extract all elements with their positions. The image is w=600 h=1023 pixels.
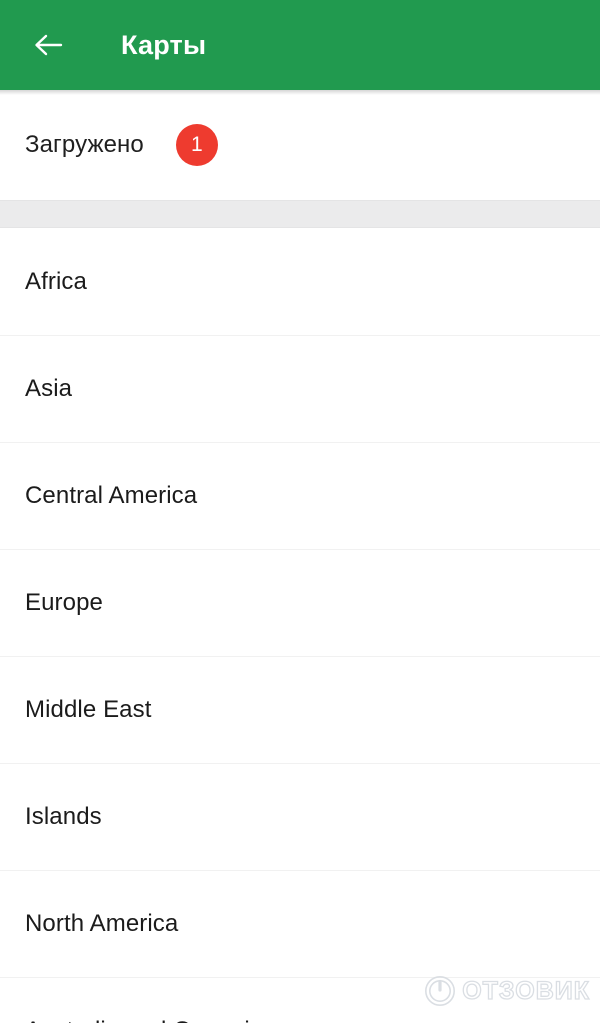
arrow-left-icon: [35, 34, 63, 56]
maps-screen: Карты Загружено 1 Africa Asia Central Am…: [0, 0, 600, 1023]
list-item[interactable]: Europe: [0, 549, 600, 656]
list-item[interactable]: Central America: [0, 442, 600, 549]
list-item[interactable]: Asia: [0, 335, 600, 442]
region-label: Africa: [25, 267, 87, 295]
region-label: Europe: [25, 589, 103, 616]
list-item[interactable]: Middle East: [0, 656, 600, 763]
app-bar: Карты: [0, 0, 600, 95]
region-label: Middle East: [25, 696, 152, 723]
region-label: Central America: [25, 482, 198, 509]
back-button[interactable]: [25, 22, 71, 68]
list-item[interactable]: North America: [0, 870, 600, 977]
list-item[interactable]: Australia and Oceania: [0, 977, 600, 1023]
section-divider: [0, 200, 600, 228]
region-list: Africa Asia Central America Europe Middl…: [0, 228, 600, 1023]
region-label: Asia: [25, 375, 73, 402]
region-label: Australia and Oceania: [25, 1017, 263, 1023]
downloaded-row[interactable]: Загружено 1: [0, 90, 600, 200]
downloaded-label: Загружено: [25, 131, 144, 158]
list-item[interactable]: Africa: [0, 228, 600, 335]
status-badge: 1: [175, 124, 218, 166]
region-label: North America: [25, 910, 179, 937]
page-title: Карты: [121, 29, 207, 60]
list-item[interactable]: Islands: [0, 763, 600, 870]
region-label: Islands: [25, 803, 102, 830]
